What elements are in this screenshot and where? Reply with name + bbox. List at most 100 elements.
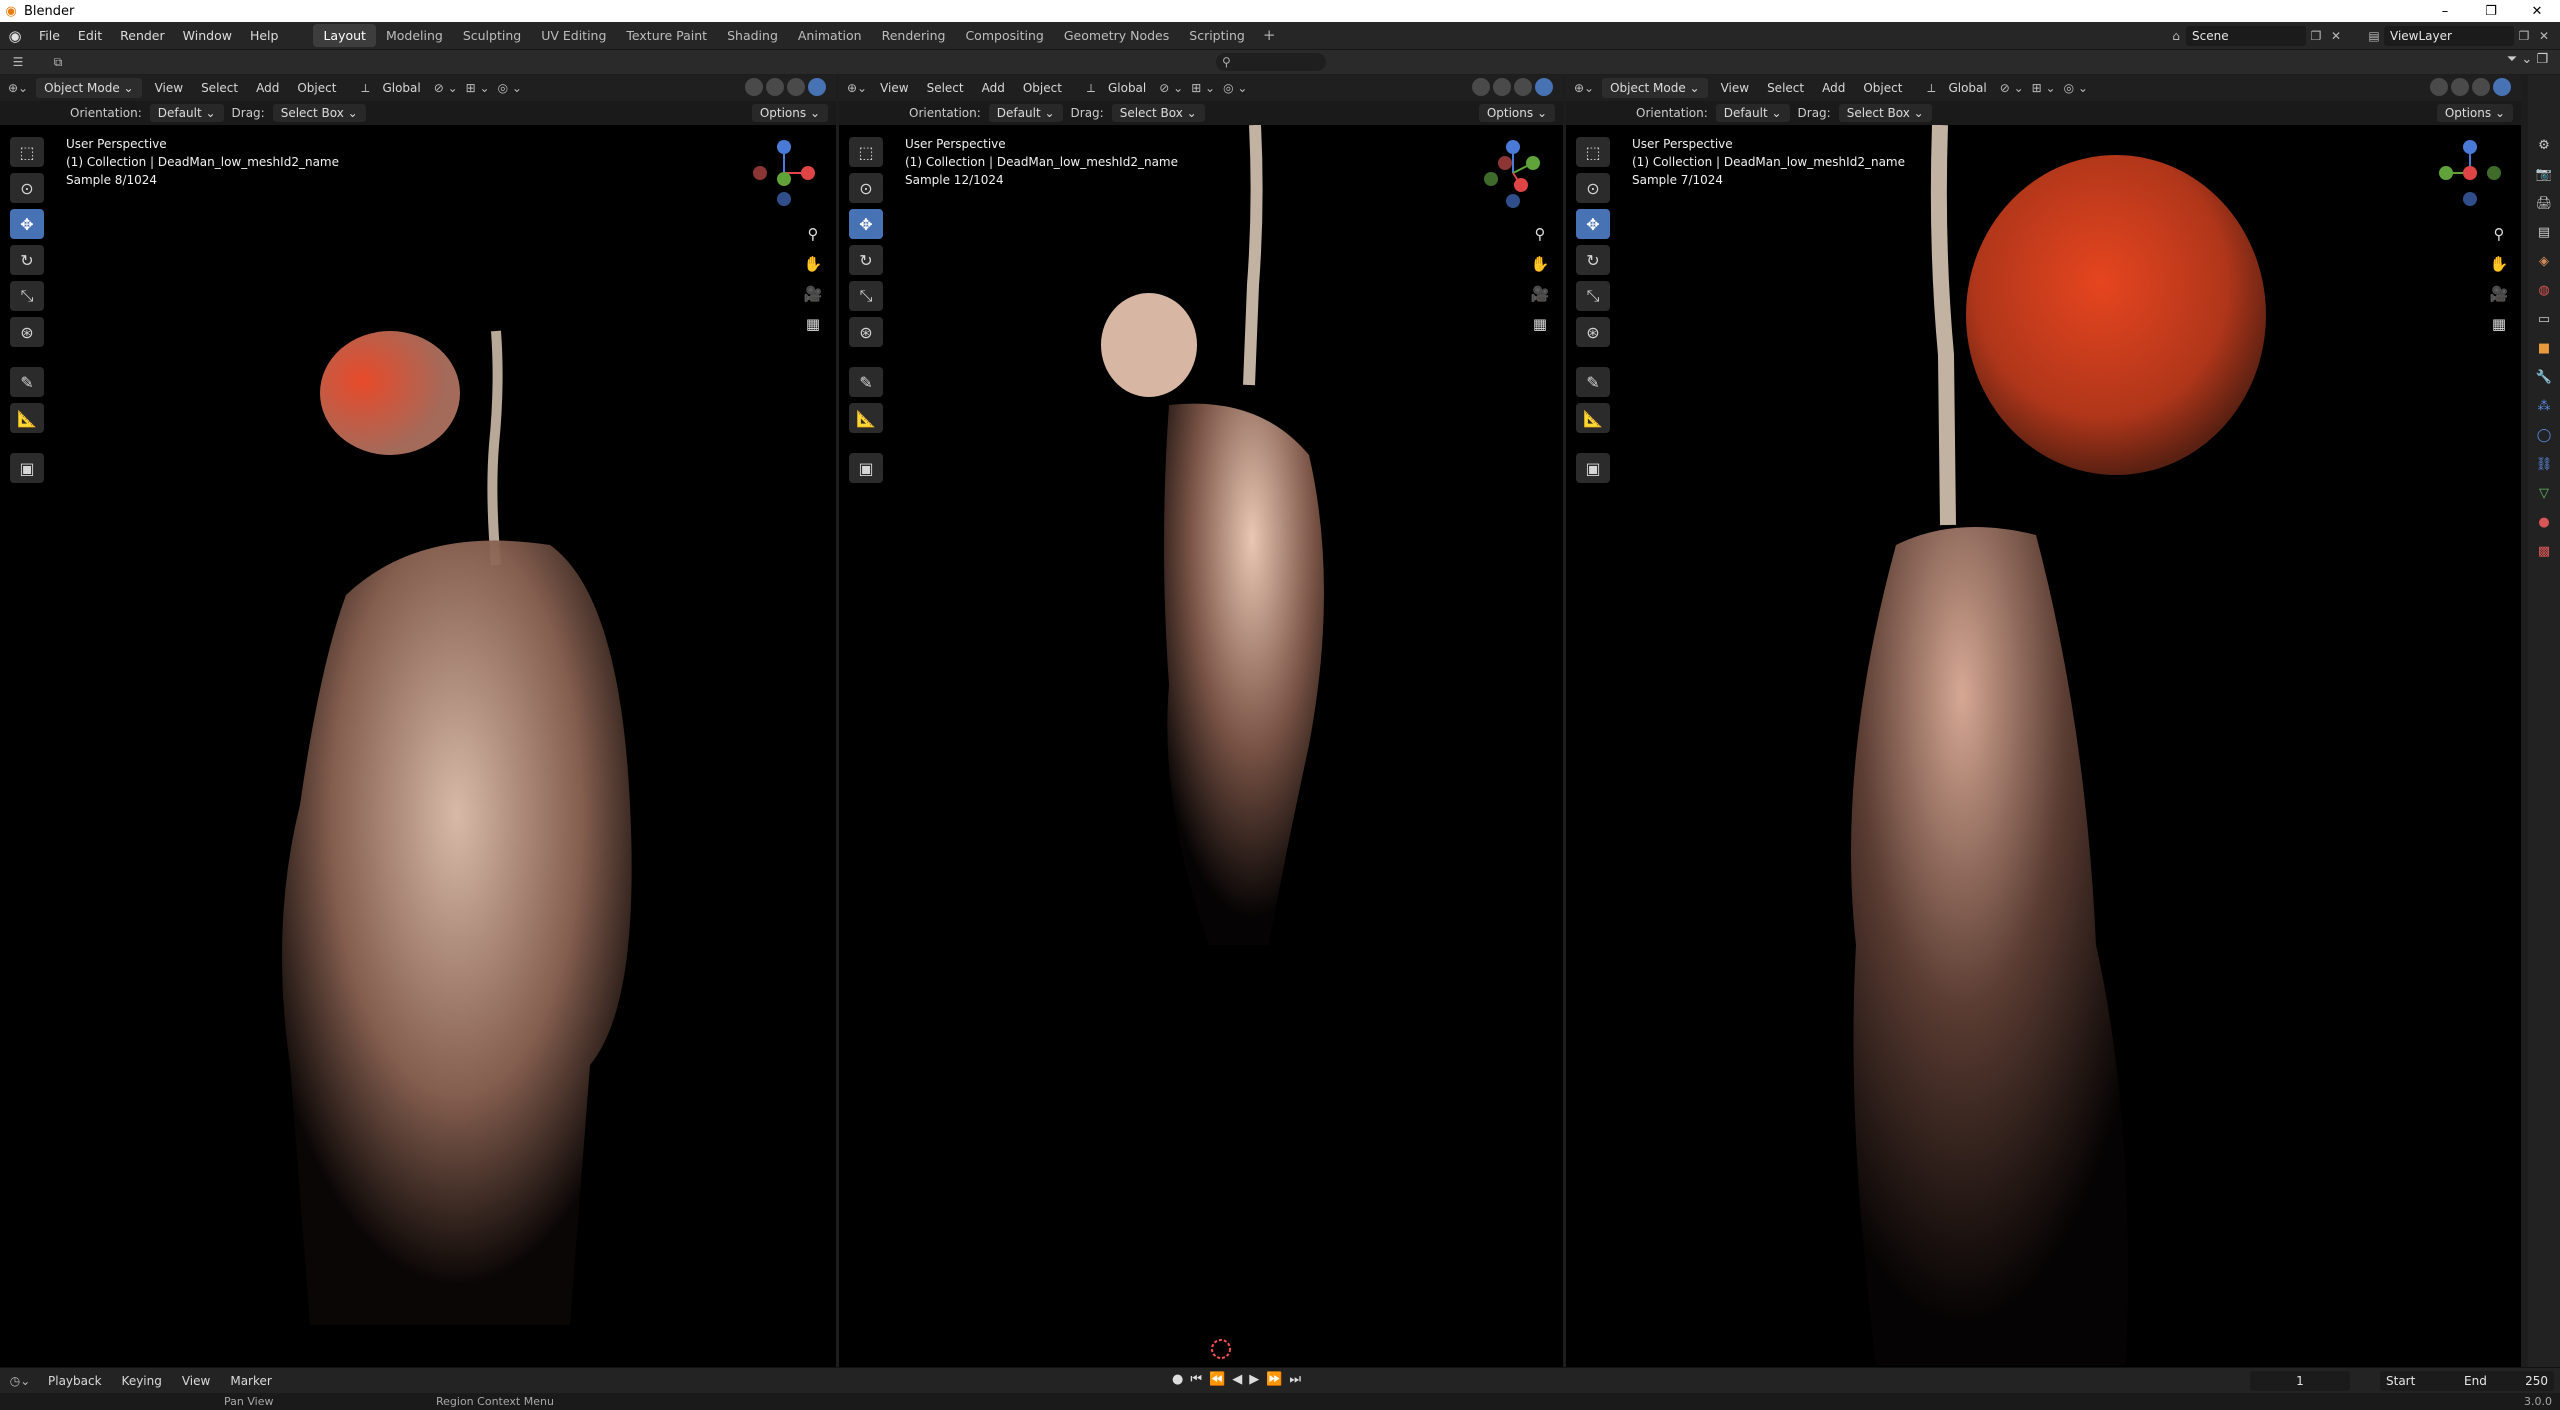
pivot-icon[interactable]: ⊘ ⌄ <box>1159 81 1183 95</box>
snap-icon[interactable]: ⊞ ⌄ <box>466 81 490 95</box>
tab-animation[interactable]: Animation <box>788 24 872 47</box>
menu-select[interactable]: Select <box>1762 81 1809 95</box>
menu-select[interactable]: Select <box>196 81 243 95</box>
search-field[interactable]: ⚲ <box>1216 53 1326 71</box>
pivot-icon[interactable]: ⊘ ⌄ <box>434 81 458 95</box>
record-icon[interactable]: ● <box>1172 1372 1183 1387</box>
tab-uv-editing[interactable]: UV Editing <box>531 24 616 47</box>
measure-tool-icon[interactable]: 📐 <box>1576 403 1610 433</box>
wireframe-shading-button[interactable] <box>2430 78 2448 96</box>
output-properties-icon[interactable]: 🖨 <box>2534 193 2554 213</box>
rotate-tool-icon[interactable]: ↻ <box>849 245 883 275</box>
menu-view[interactable]: View <box>1716 81 1754 95</box>
add-cube-tool-icon[interactable]: ▣ <box>849 453 883 483</box>
physics-properties-icon[interactable]: ◯ <box>2534 425 2554 445</box>
menu-view[interactable]: View <box>875 81 913 95</box>
zoom-icon[interactable]: ⚲ <box>800 221 826 247</box>
scene-selector[interactable]: ⌂ Scene ❐ ✕ <box>2166 26 2346 46</box>
select-tool-icon[interactable]: ⬚ <box>849 137 883 167</box>
measure-tool-icon[interactable]: 📐 <box>10 403 44 433</box>
menu-window[interactable]: Window <box>174 28 241 43</box>
tab-sculpting[interactable]: Sculpting <box>453 24 531 47</box>
timeline-editor-icon[interactable]: ◷⌄ <box>10 1371 31 1391</box>
pan-hand-icon[interactable]: ✋ <box>1527 251 1553 277</box>
annotate-tool-icon[interactable]: ✎ <box>1576 367 1610 397</box>
proportional-edit-icon[interactable]: ◎ ⌄ <box>1223 81 1247 95</box>
menu-render[interactable]: Render <box>111 28 174 43</box>
add-cube-tool-icon[interactable]: ▣ <box>1576 453 1610 483</box>
transform-tool-icon[interactable]: ⊛ <box>1576 317 1610 347</box>
solid-shading-button[interactable] <box>1493 78 1511 96</box>
solid-shading-button[interactable] <box>2451 78 2469 96</box>
jump-start-icon[interactable]: ⏮ <box>1190 1372 1202 1387</box>
select-tool-icon[interactable]: ⬚ <box>10 137 44 167</box>
object-properties-icon[interactable]: ■ <box>2534 338 2554 358</box>
menu-edit[interactable]: Edit <box>69 28 111 43</box>
menu-playback[interactable]: Playback <box>40 1374 110 1388</box>
annotate-tool-icon[interactable]: ✎ <box>849 367 883 397</box>
perspective-toggle-icon[interactable]: ▦ <box>1527 311 1553 337</box>
mode-selector[interactable]: Object Mode ⌄ <box>1602 78 1708 98</box>
particles-properties-icon[interactable]: ⁂ <box>2534 396 2554 416</box>
editor-type-icon[interactable]: ⊕⌄ <box>1574 81 1594 95</box>
scale-tool-icon[interactable]: ⤡ <box>849 281 883 311</box>
menu-add[interactable]: Add <box>251 81 284 95</box>
editor-type-icon[interactable]: ⊕⌄ <box>847 81 867 95</box>
tab-compositing[interactable]: Compositing <box>955 24 1053 47</box>
pan-hand-icon[interactable]: ✋ <box>800 251 826 277</box>
menu-keying[interactable]: Keying <box>114 1374 170 1388</box>
prev-keyframe-icon[interactable]: ⏪ <box>1209 1372 1225 1387</box>
menu-help[interactable]: Help <box>241 28 288 43</box>
pan-hand-icon[interactable]: ✋ <box>2486 251 2512 277</box>
world-properties-icon[interactable]: ◍ <box>2534 280 2554 300</box>
viewport-right[interactable]: ⊕⌄ Object Mode ⌄ View Select Add Object … <box>1566 75 2521 1367</box>
tab-geometry-nodes[interactable]: Geometry Nodes <box>1054 24 1179 47</box>
add-cube-tool-icon[interactable]: ▣ <box>10 453 44 483</box>
end-frame-field[interactable]: End 250 <box>2458 1371 2554 1391</box>
orientation-dropdown[interactable]: Default ⌄ <box>1715 104 1790 122</box>
menu-marker[interactable]: Marker <box>222 1374 279 1388</box>
tab-layout[interactable]: Layout <box>313 24 376 47</box>
editor-type-icon[interactable]: ⊕⌄ <box>8 81 28 95</box>
render-properties-icon[interactable]: 📷 <box>2534 164 2554 184</box>
navigation-gizmo[interactable] <box>746 135 822 211</box>
play-reverse-icon[interactable]: ◀ <box>1232 1372 1242 1387</box>
transform-tool-icon[interactable]: ⊛ <box>10 317 44 347</box>
play-icon[interactable]: ▶ <box>1249 1372 1259 1387</box>
orientation-dropdown[interactable]: Default ⌄ <box>149 104 224 122</box>
menu-file[interactable]: File <box>30 28 69 43</box>
transform-orientation[interactable]: Global <box>1103 81 1151 95</box>
menu-select[interactable]: Select <box>922 81 969 95</box>
camera-view-icon[interactable]: 🎥 <box>2486 281 2512 307</box>
menu-add[interactable]: Add <box>1817 81 1850 95</box>
material-properties-icon[interactable]: ● <box>2534 512 2554 532</box>
camera-view-icon[interactable]: 🎥 <box>1527 281 1553 307</box>
scale-tool-icon[interactable]: ⤡ <box>10 281 44 311</box>
material-shading-button[interactable] <box>1514 78 1532 96</box>
pivot-icon[interactable]: ⊘ ⌄ <box>2000 81 2024 95</box>
menu-object[interactable]: Object <box>1018 81 1067 95</box>
snap-icon[interactable]: ⊞ ⌄ <box>2032 81 2056 95</box>
navigation-gizmo[interactable] <box>2432 135 2508 211</box>
tab-rendering[interactable]: Rendering <box>872 24 956 47</box>
menu-add[interactable]: Add <box>977 81 1010 95</box>
data-properties-icon[interactable]: ▽ <box>2534 483 2554 503</box>
display-mode-icon[interactable]: ⧉ <box>48 52 68 72</box>
cursor-tool-icon[interactable]: ⊙ <box>10 173 44 203</box>
navigation-gizmo[interactable] <box>1475 135 1551 211</box>
close-button[interactable]: ✕ <box>2514 0 2560 22</box>
material-shading-button[interactable] <box>787 78 805 96</box>
wireframe-shading-button[interactable] <box>745 78 763 96</box>
options-dropdown[interactable]: Options ⌄ <box>2436 104 2513 122</box>
zoom-icon[interactable]: ⚲ <box>1527 221 1553 247</box>
rendered-shading-button[interactable] <box>2493 78 2511 96</box>
editor-type-icon[interactable]: ☰ <box>8 52 28 72</box>
drag-dropdown[interactable]: Select Box ⌄ <box>1838 104 1932 122</box>
viewlayer-name-field[interactable]: ViewLayer <box>2384 26 2514 46</box>
mode-selector[interactable]: Object Mode ⌄ <box>36 78 142 98</box>
measure-tool-icon[interactable]: 📐 <box>849 403 883 433</box>
viewlayer-selector[interactable]: ▤ ViewLayer ❐ ✕ <box>2364 26 2554 46</box>
delete-viewlayer-icon[interactable]: ✕ <box>2534 26 2554 46</box>
perspective-toggle-icon[interactable]: ▦ <box>2486 311 2512 337</box>
zoom-icon[interactable]: ⚲ <box>2486 221 2512 247</box>
